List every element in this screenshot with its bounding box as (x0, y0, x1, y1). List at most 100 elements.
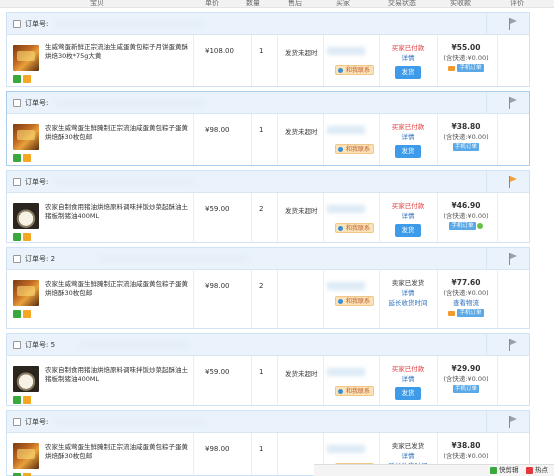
column-divider (251, 270, 252, 328)
order-checkbox[interactable] (13, 418, 21, 426)
quantity: 1 (259, 126, 264, 134)
flag-icon[interactable] (509, 18, 519, 30)
hot-news-button[interactable]: 热点资讯 (526, 465, 554, 476)
product-name-link[interactable]: 农家自制食用猪油烘焙原料调味拌饭炒菜起酥油土猪板制猪油400ML (45, 366, 193, 384)
view-logistics-link[interactable]: 查看物流 (439, 298, 493, 308)
ship-button[interactable]: 发货 (395, 66, 421, 79)
paid-amount: ¥29.90 (451, 364, 481, 373)
order-status-text: 卖家已发货 (391, 442, 425, 450)
order-checkbox[interactable] (13, 20, 21, 28)
product-thumbnail[interactable] (13, 45, 39, 71)
column-divider (497, 270, 498, 328)
order-status: 买家已付款 详情 发货 (380, 364, 436, 400)
order-header: 订单号: 2 (7, 248, 529, 270)
column-divider (193, 270, 194, 328)
contact-seller-button[interactable]: 和我联系 (335, 223, 375, 233)
header-divider (486, 171, 487, 193)
order-detail-link[interactable]: 详情 (380, 451, 436, 461)
product-thumbnail[interactable] (13, 203, 39, 229)
contact-seller-button[interactable]: 和我联系 (335, 296, 375, 306)
order-header: 订单号: (7, 411, 529, 433)
ship-button[interactable]: 发货 (395, 224, 421, 237)
product-name-link[interactable]: 农家生威莺蛋生鲜腌制正宗流油咸蛋黄包粽子蛋黄烘焙酥30枚包邮 (45, 280, 193, 298)
flag-icon[interactable] (509, 97, 519, 109)
flag-icon[interactable] (509, 339, 519, 351)
order-detail-link[interactable]: 详情 (380, 211, 436, 221)
product-thumbnail[interactable] (13, 366, 39, 392)
ship-button[interactable]: 发货 (395, 387, 421, 400)
contact-seller-button[interactable]: 和我联系 (335, 386, 375, 396)
buyer-name-redacted (327, 126, 365, 134)
order-detail-link[interactable]: 详情 (380, 374, 436, 384)
column-divider (497, 114, 498, 165)
order-number-redacted (55, 418, 205, 426)
product-thumbnail[interactable] (13, 124, 39, 150)
quick-edit-button[interactable]: 快剪辑 (490, 465, 519, 476)
order-status: 买家已付款 详情 发货 (380, 122, 436, 158)
product-thumbnail[interactable] (13, 443, 39, 469)
order-number-label: 订单号: (25, 99, 49, 107)
quick-edit-icon (490, 466, 497, 474)
column-divider (437, 35, 438, 86)
order-checkbox[interactable] (13, 178, 21, 186)
column-divider (437, 193, 438, 242)
bottom-toolbar: 快剪辑 热点资讯 (314, 464, 554, 476)
column-divider (251, 35, 252, 86)
header-divider (486, 334, 487, 356)
product-name-link[interactable]: 生威莺蛋新鲜正宗流油生咸蛋黄包粽子月饼蛋黄酥烘焙30枚*75g大黄 (45, 43, 193, 61)
unit-price: ¥59.00 (205, 205, 230, 213)
hot-news-icon (526, 466, 533, 474)
flag-icon[interactable] (509, 176, 519, 188)
mobile-order-badge: 手机订单 (457, 64, 484, 72)
product-name-link[interactable]: 农家生威莺蛋生鲜腌制正宗流油咸蛋黄包粽子蛋黄烘焙酥30枚包邮 (45, 443, 193, 461)
order-checkbox[interactable] (13, 341, 21, 349)
product-name-link[interactable]: 农家生威莺蛋生鲜腌制正宗流油咸蛋黄包粽子蛋黄烘焙酥30枚包邮 (45, 124, 193, 142)
shipping-fee-note: (含快递:¥0.00) (443, 54, 489, 62)
column-divider (193, 433, 194, 475)
extend-receipt-link[interactable]: 延长收货时间 (380, 298, 436, 308)
column-divider (323, 35, 324, 86)
quantity: 2 (259, 282, 264, 290)
column-divider (277, 433, 278, 475)
order-number-redacted (55, 178, 195, 186)
column-divider (323, 356, 324, 405)
contact-seller-button[interactable]: 和我联系 (335, 65, 375, 75)
paid-amount: ¥46.90 (451, 201, 481, 210)
promo-icon (23, 233, 31, 241)
order-number-label: 订单号: (25, 20, 49, 28)
contact-label: 和我联系 (346, 146, 371, 153)
contact-seller-button[interactable]: 和我联系 (335, 144, 375, 154)
order-header: 订单号: (7, 13, 529, 35)
order-detail-link[interactable]: 详情 (380, 132, 436, 142)
order-header: 订单号: (7, 92, 529, 114)
order-card: 订单号: 农家生威莺蛋生鲜腌制正宗流油咸蛋黄包粽子蛋黄烘焙酥30枚包邮 ¥98.00… (6, 91, 530, 166)
product-name-link[interactable]: 农家自制食用猪油烘焙原料调味拌饭炒菜起酥油土猪板制猪油400ML (45, 203, 193, 221)
buyer-name-redacted (327, 205, 365, 213)
ship-button[interactable]: 发货 (395, 145, 421, 158)
order-number-label: 订单号: (25, 178, 49, 186)
product-badges (13, 396, 33, 406)
payment-info: ¥55.00 (含快递:¥0.00) 手机订单 (439, 43, 493, 73)
order-detail-link[interactable]: 详情 (380, 288, 436, 298)
chat-icon (338, 68, 343, 73)
flag-icon[interactable] (509, 416, 519, 428)
column-divider (193, 114, 194, 165)
order-detail-link[interactable]: 详情 (380, 53, 436, 63)
order-status-text: 卖家已发货 (391, 279, 425, 287)
shipping-fee-note: (含快递:¥0.00) (443, 212, 489, 220)
order-number-label: 订单号: 5 (25, 341, 56, 349)
order-status-text: 买家已付款 (391, 202, 425, 210)
column-divider (437, 356, 438, 405)
column-divider (193, 356, 194, 405)
guarantee-icon (13, 310, 21, 318)
column-divider (323, 114, 324, 165)
order-status-text: 买家已付款 (391, 44, 425, 52)
column-divider (251, 433, 252, 475)
product-thumbnail[interactable] (13, 280, 39, 306)
guarantee-icon (13, 396, 21, 404)
order-checkbox[interactable] (13, 255, 21, 263)
flag-icon[interactable] (509, 253, 519, 265)
order-status: 买家已付款 详情 发货 (380, 43, 436, 79)
order-card: 订单号: 2 农家生威莺蛋生鲜腌制正宗流油咸蛋黄包粽子蛋黄烘焙酥30枚包邮 ¥98.… (6, 247, 530, 329)
order-checkbox[interactable] (13, 99, 21, 107)
